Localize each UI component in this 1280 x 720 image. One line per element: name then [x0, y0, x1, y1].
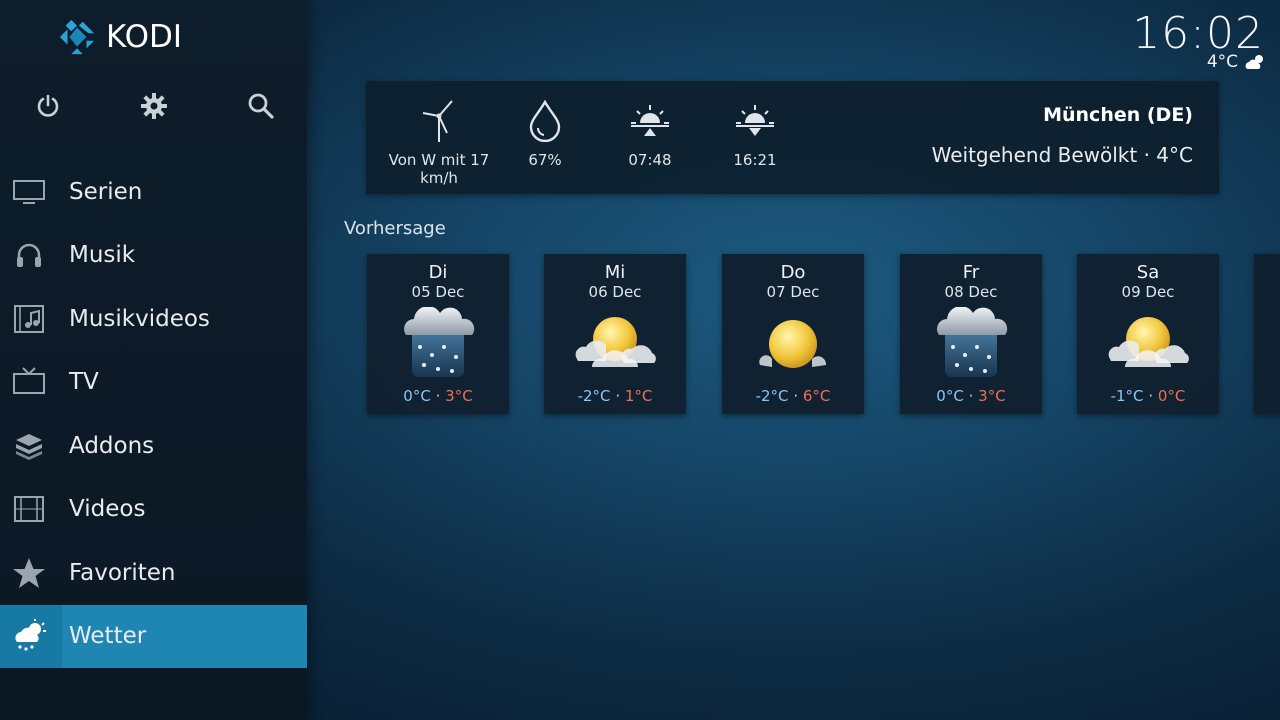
- power-button[interactable]: [30, 88, 66, 124]
- top-icons-bar: [0, 88, 307, 128]
- headphones-icon: [10, 236, 48, 274]
- sidebar-item-label: Addons: [69, 432, 155, 459]
- sidebar-item-label: TV: [69, 369, 99, 396]
- forecast-high: 1°C: [624, 387, 653, 405]
- forecast-low: 0°C: [936, 387, 964, 405]
- humidity-stat: 67%: [490, 99, 600, 169]
- clock-temperature: 4°C: [1206, 52, 1238, 72]
- forecast-low: -2°C: [755, 387, 789, 405]
- sidebar-item-label: Wetter: [69, 623, 147, 650]
- forecast-low: 0°C: [403, 387, 431, 405]
- sunrise-text: 07:48: [628, 151, 672, 169]
- weather-icon: [10, 617, 48, 655]
- sidebar: KODI Serien Musik Musikvideos TV Addons …: [0, 0, 307, 720]
- sunset-text: 16:21: [733, 151, 777, 169]
- kodi-logo-icon: [59, 19, 95, 55]
- forecast-day: Fr: [962, 262, 980, 283]
- snow-cloud-icon: [404, 307, 475, 377]
- snow-cloud-icon: [937, 307, 1008, 377]
- forecast-card[interactable]: Sa 09 Dec -1°C · 0°C: [1077, 254, 1219, 414]
- current-condition: Weitgehend Bewölkt · 4°C: [931, 143, 1193, 167]
- film-strip-icon: [10, 490, 48, 528]
- forecast-date: 09 Dec: [1121, 283, 1175, 301]
- search-button[interactable]: [243, 88, 279, 124]
- forecast-day: Di: [428, 262, 448, 283]
- sidebar-item-addons[interactable]: Addons: [0, 414, 307, 478]
- partly-sunny-icon: [1108, 317, 1189, 367]
- forecast-card[interactable]: Fr 08 Dec 0°C · 3°C: [900, 254, 1042, 414]
- forecast-low: -2°C: [577, 387, 611, 405]
- forecast-high: 6°C: [802, 387, 831, 405]
- cloud-sun-icon: [1245, 55, 1263, 69]
- sunrise-icon: [631, 105, 669, 136]
- sidebar-item-wetter[interactable]: Wetter: [0, 604, 307, 668]
- clock-weather: 4°C: [1207, 52, 1266, 72]
- main-menu: Serien Musik Musikvideos TV Addons Video…: [0, 160, 307, 668]
- wind-text: Von W mit 17 km/h: [388, 151, 490, 187]
- tv-icon: [10, 363, 48, 401]
- forecast-card[interactable]: Mi 06 Dec -2°C · 1°C: [544, 254, 686, 414]
- sidebar-item-videos[interactable]: Videos: [0, 478, 307, 542]
- sidebar-item-label: Serien: [69, 178, 143, 205]
- forecast-day: Do: [780, 262, 806, 283]
- sidebar-item-favoriten[interactable]: Favoriten: [0, 541, 307, 605]
- water-drop-icon: [529, 100, 561, 142]
- sidebar-item-musik[interactable]: Musik: [0, 224, 307, 288]
- kodi-logo-text: KODI: [106, 19, 183, 55]
- addons-box-icon: [10, 427, 48, 465]
- forecast-date: 05 Dec: [411, 283, 465, 301]
- forecast-title: Vorhersage: [344, 218, 446, 239]
- search-icon: [248, 93, 274, 119]
- humidity-text: 67%: [528, 151, 562, 169]
- sunset-icon: [736, 105, 774, 136]
- forecast-date: 08 Dec: [944, 283, 998, 301]
- wind-turbine-icon: [422, 100, 453, 142]
- forecast-card[interactable]: Di 05 Dec 0°C · 3°C: [367, 254, 509, 414]
- forecast-low: -1°C: [1110, 387, 1144, 405]
- forecast-card[interactable]: Do 07 Dec -2°C · 6°C: [722, 254, 864, 414]
- temp-separator: ·: [968, 387, 974, 405]
- wind-stat: Von W mit 17 km/h: [384, 99, 494, 187]
- forecast-high: 3°C: [978, 387, 1006, 405]
- forecast-day: Mi: [604, 262, 626, 283]
- temp-separator: ·: [1148, 387, 1154, 405]
- forecast-high: 0°C: [1157, 387, 1186, 405]
- settings-button[interactable]: [136, 88, 172, 124]
- forecast-card-partial[interactable]: [1254, 254, 1280, 414]
- sidebar-item-label: Musik: [69, 242, 136, 269]
- sidebar-item-tv[interactable]: TV: [0, 351, 307, 415]
- forecast-high: 3°C: [445, 387, 473, 405]
- sunrise-stat: 07:48: [595, 99, 705, 169]
- sidebar-item-label: Musikvideos: [69, 305, 210, 332]
- partly-sunny-icon: [575, 317, 656, 367]
- forecast-day: Sa: [1136, 262, 1160, 283]
- sunset-stat: 16:21: [700, 99, 810, 169]
- sidebar-item-label: Videos: [69, 496, 146, 523]
- tv-monitor-icon: [10, 173, 48, 211]
- sidebar-item-musikvideos[interactable]: Musikvideos: [0, 287, 307, 351]
- kodi-logo[interactable]: KODI: [58, 18, 182, 56]
- gear-icon: [141, 93, 167, 119]
- forecast-date: 07 Dec: [766, 283, 820, 301]
- location-name: München (DE): [1043, 104, 1193, 126]
- temp-separator: ·: [435, 387, 441, 405]
- current-weather-panel: Von W mit 17 km/h 67% 07:48 16:21 Münche…: [366, 81, 1219, 194]
- forecast-date: 06 Dec: [588, 283, 642, 301]
- sidebar-item-label: Favoriten: [69, 559, 176, 586]
- sidebar-item-serien[interactable]: Serien: [0, 160, 307, 224]
- power-icon: [37, 94, 59, 117]
- temp-separator: ·: [615, 387, 621, 405]
- sunny-icon: [759, 320, 827, 368]
- star-icon: [10, 554, 48, 592]
- music-video-icon: [10, 300, 48, 338]
- temp-separator: ·: [793, 387, 799, 405]
